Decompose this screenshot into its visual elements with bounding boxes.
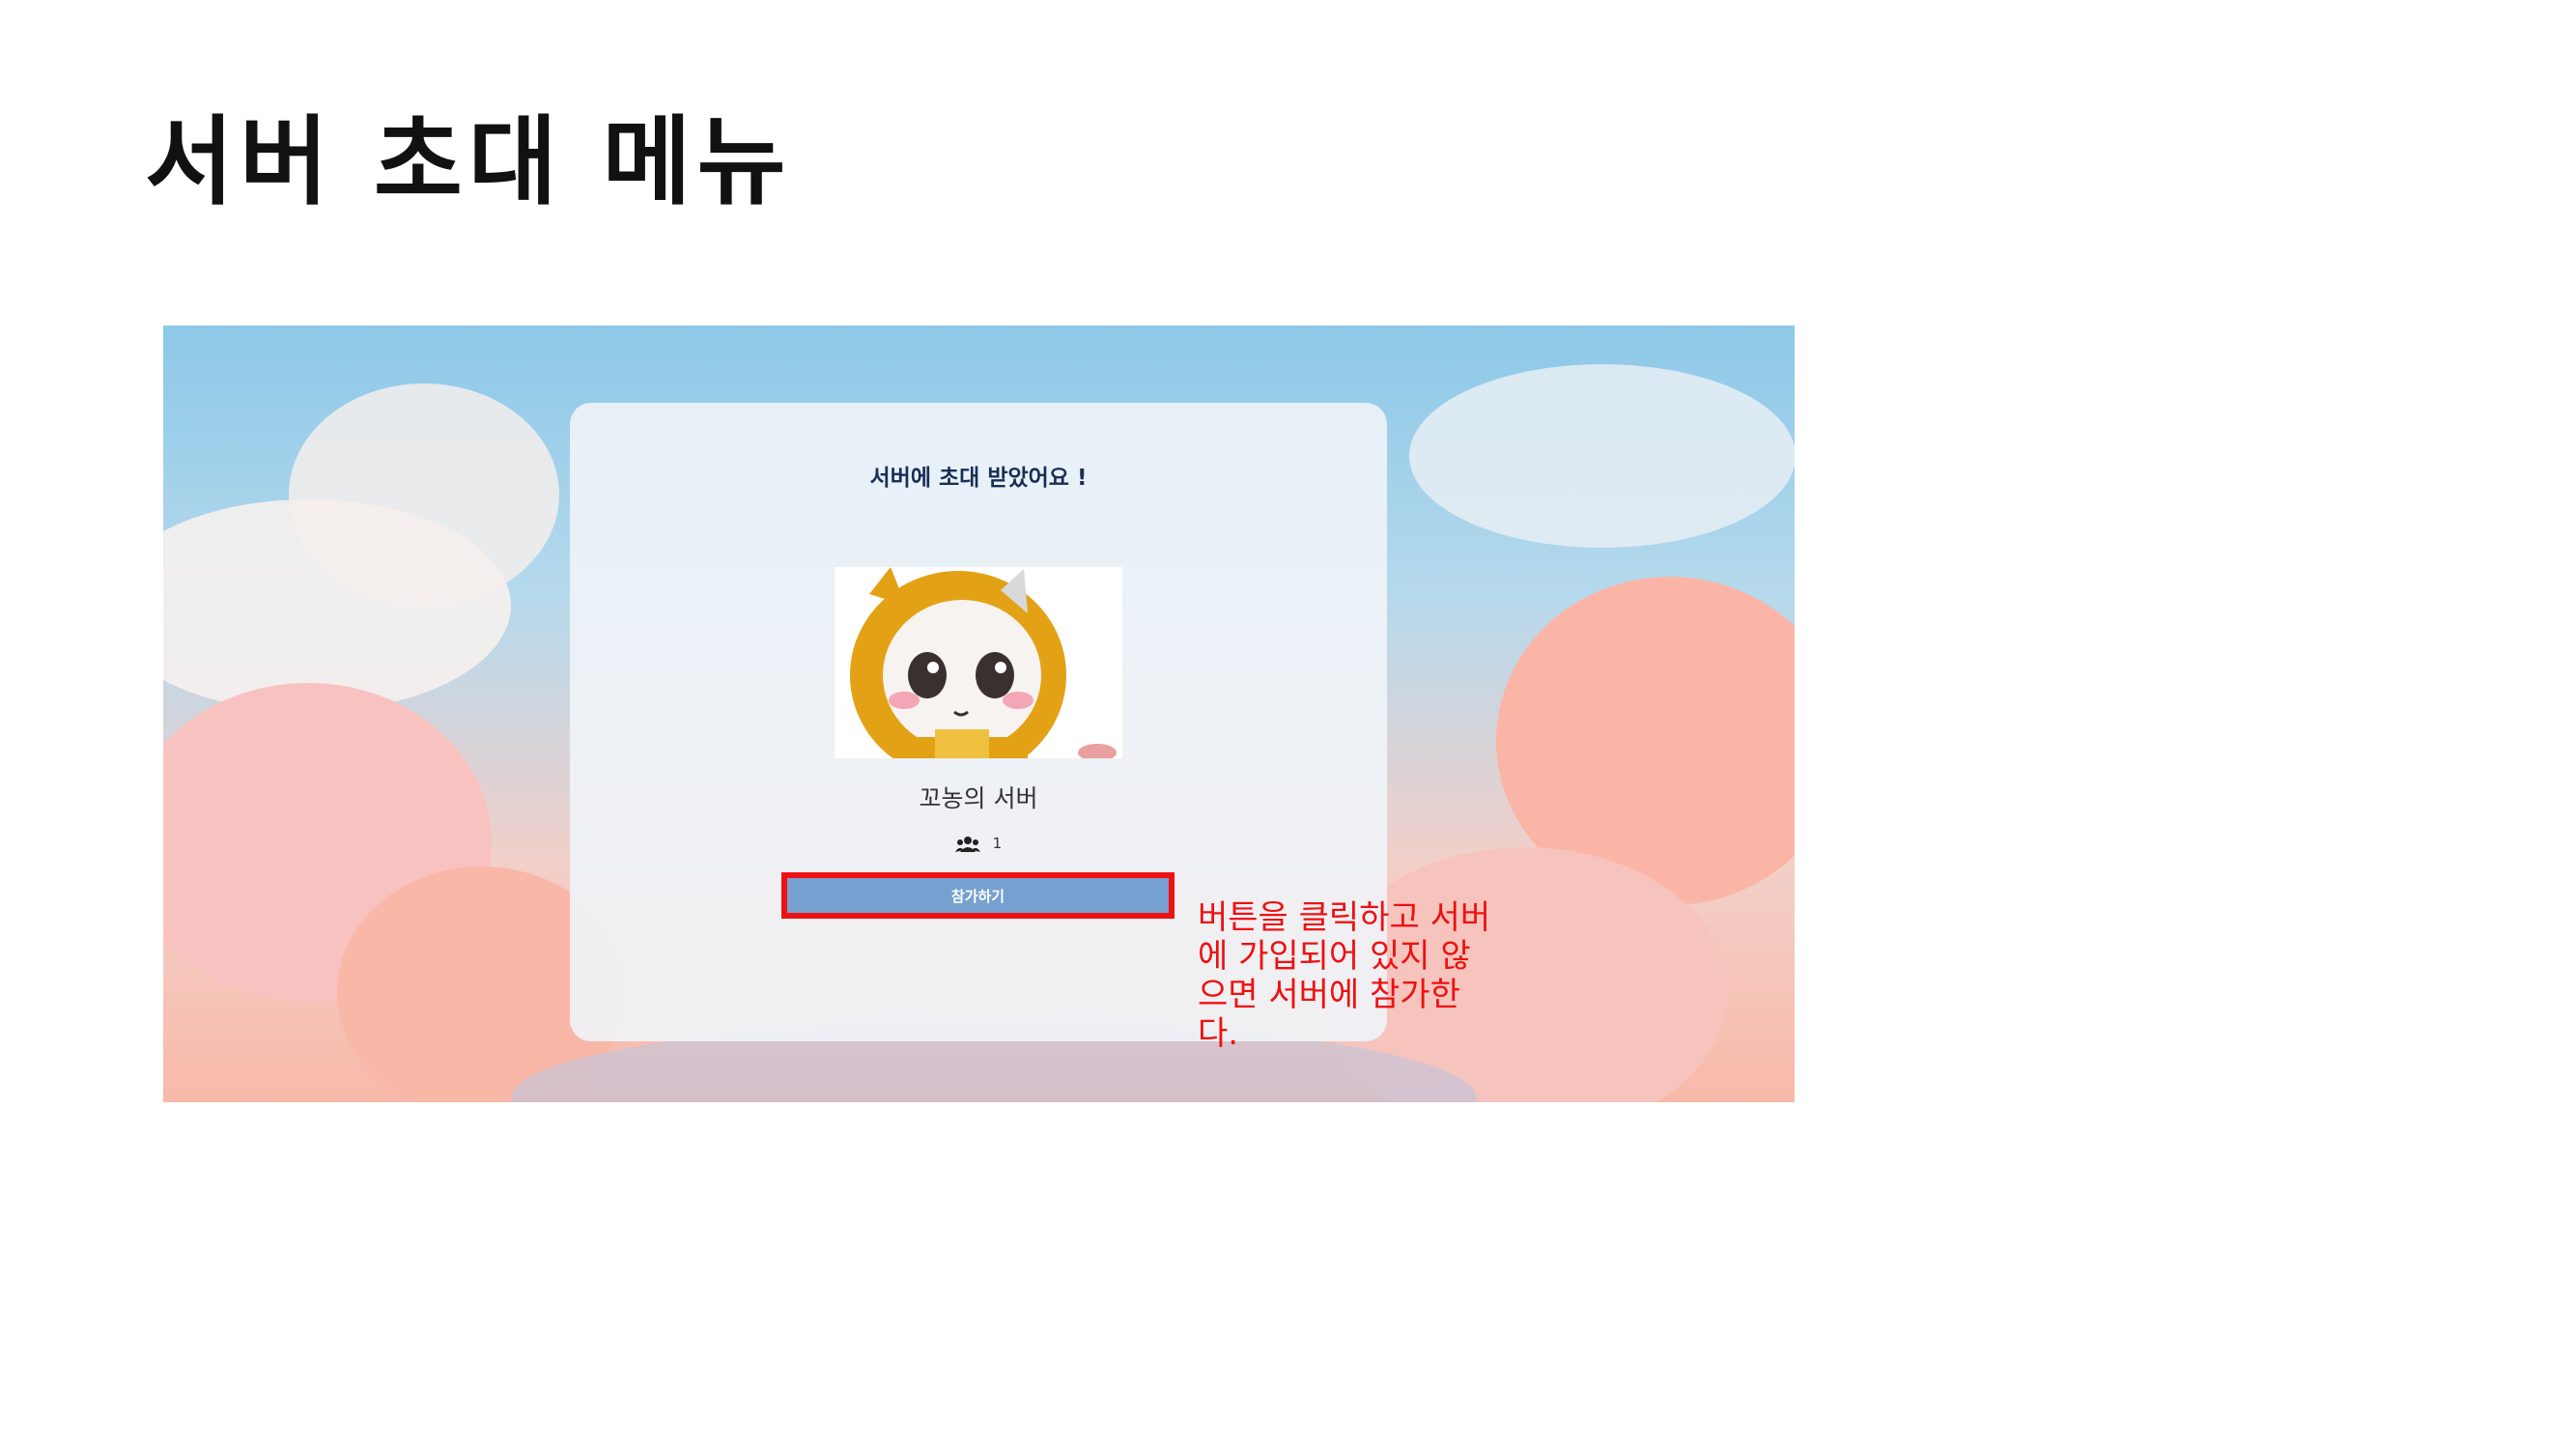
member-count-value: 1 (992, 835, 1003, 852)
member-count: 1 (570, 835, 1387, 853)
character-avatar-icon (850, 567, 1117, 780)
join-server-button[interactable]: 참가하기 (781, 872, 1175, 919)
invite-heading: 서버에 초대 받았어요 ! (869, 466, 1088, 491)
users-icon (954, 836, 980, 852)
background-cloud (289, 384, 559, 606)
background-cloud (1409, 364, 1795, 548)
server-avatar (835, 567, 1122, 780)
invite-screenshot: 서버에 초대 받았어요 ! 꼬농의 서버 1 참가하기 (163, 326, 1795, 1102)
server-name: 꼬농의 서버 (919, 784, 1038, 812)
slide-title: 서버 초대 메뉴 (145, 105, 792, 218)
annotation-note: 버튼을 클릭하고 서버에 가입되어 있지 않으면 서버에 참가한다. (1198, 898, 1491, 1053)
